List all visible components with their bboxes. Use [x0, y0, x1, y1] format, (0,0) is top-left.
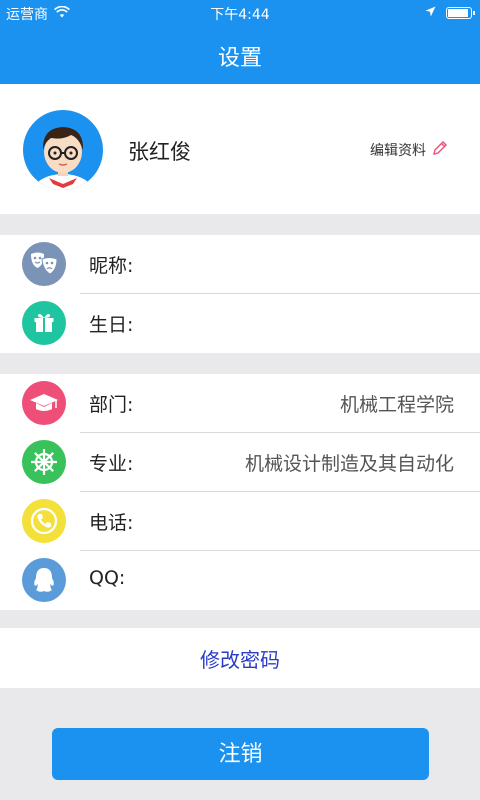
page-title: 设置: [217, 46, 262, 71]
phone-icon: [22, 499, 66, 543]
qq-label: QQ:: [89, 567, 126, 589]
birthday-label: 生日:: [89, 314, 134, 336]
major-row[interactable]: 专业: 机械设计制造及其自动化: [0, 433, 480, 491]
status-bar: 运营商 下午4:44: [0, 0, 480, 26]
masks-icon: [22, 242, 66, 286]
profile-card: 张红俊 编辑资料: [0, 84, 480, 214]
battery-icon: [446, 7, 475, 19]
location-arrow-icon: [425, 5, 436, 21]
pencil-icon: [432, 140, 448, 160]
user-name: 张红俊: [128, 140, 191, 164]
edit-profile-button[interactable]: 编辑资料: [370, 140, 448, 160]
department-label: 部门:: [89, 394, 134, 416]
status-time: 下午4:44: [210, 7, 270, 23]
graduation-cap-icon: [22, 381, 66, 425]
birthday-row[interactable]: 生日:: [0, 294, 480, 352]
qq-row[interactable]: QQ:: [0, 551, 480, 609]
change-password-button[interactable]: 修改密码: [0, 628, 480, 688]
logout-button[interactable]: 注销: [52, 728, 429, 780]
phone-row[interactable]: 电话:: [0, 492, 480, 550]
change-password-label: 修改密码: [200, 648, 280, 672]
contact-info-group: 部门: 机械工程学院 专业: 机械设计制造及其自动化 电话: QQ:: [0, 374, 480, 610]
department-row[interactable]: 部门: 机械工程学院: [0, 374, 480, 432]
major-label: 专业:: [89, 453, 134, 475]
avatar[interactable]: [23, 110, 103, 190]
top-bar: 运营商 下午4:44 设置: [0, 0, 480, 84]
gift-icon: [22, 301, 66, 345]
qq-penguin-icon: [22, 558, 66, 602]
phone-label: 电话:: [89, 512, 134, 534]
department-value: 机械工程学院: [339, 394, 454, 416]
nickname-row[interactable]: 昵称:: [0, 235, 480, 293]
basic-info-group: 昵称: 生日:: [0, 235, 480, 353]
edit-profile-label: 编辑资料: [370, 143, 426, 159]
nickname-label: 昵称:: [89, 255, 134, 277]
major-value: 机械设计制造及其自动化: [244, 453, 454, 475]
ship-wheel-icon: [22, 440, 66, 484]
